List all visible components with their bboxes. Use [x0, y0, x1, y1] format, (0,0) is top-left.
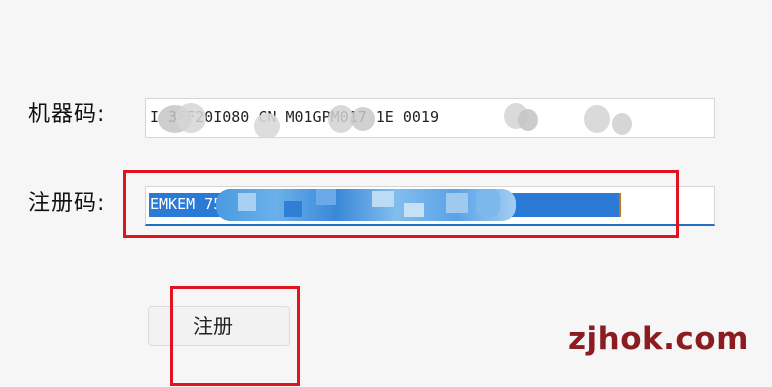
blur-blob	[351, 107, 375, 131]
annotation-highlight-registration	[123, 170, 679, 238]
blur-blob	[254, 113, 280, 137]
registration-code-label: 注册码:	[28, 191, 106, 216]
blur-blob	[176, 103, 206, 133]
machine-code-label: 机器码:	[28, 102, 106, 127]
blur-blob	[518, 109, 538, 131]
machine-code-field[interactable]: I 3FF20I080 CN M01GPM017 1E 0019	[145, 98, 715, 138]
blur-blob	[584, 105, 610, 133]
blur-blob	[612, 113, 632, 135]
annotation-highlight-register-button	[170, 286, 300, 386]
watermark: zjhok.com	[568, 321, 749, 357]
